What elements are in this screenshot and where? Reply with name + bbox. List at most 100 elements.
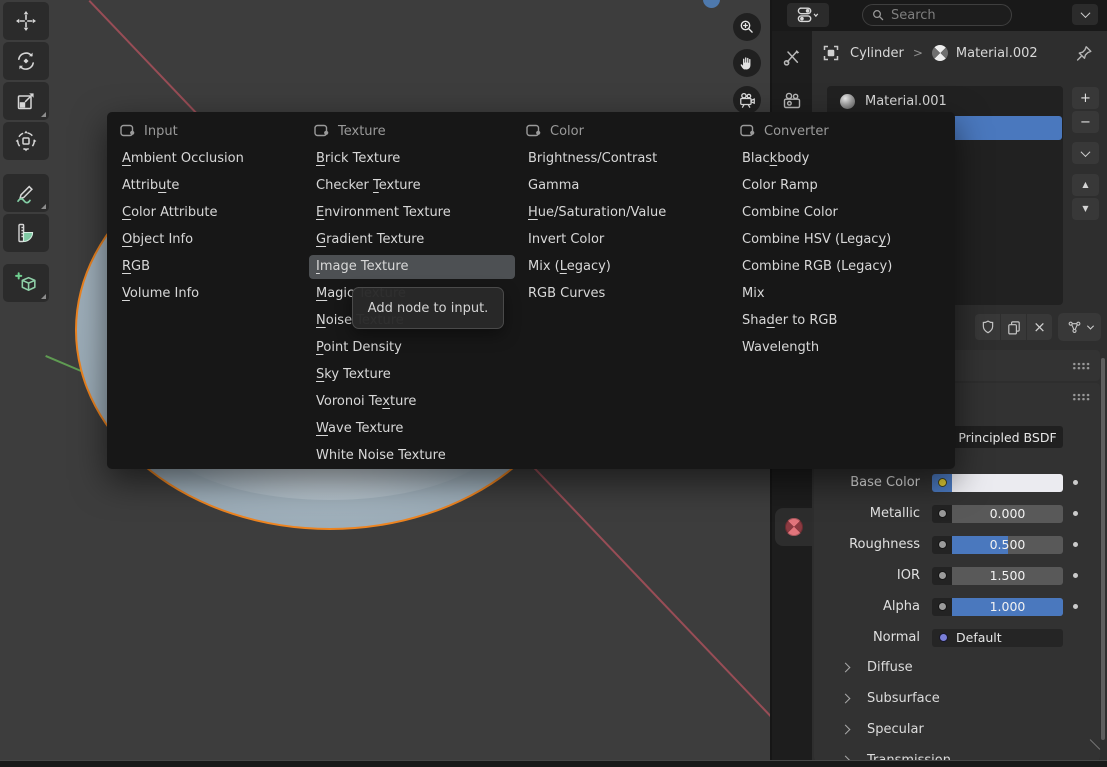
value-socket-icon [938, 509, 947, 518]
menu-item[interactable]: Wave Texture [309, 417, 515, 441]
move-icon [14, 9, 38, 33]
tooltip-text: Add node to input. [368, 301, 489, 316]
scale-tool-button[interactable] [3, 82, 49, 120]
menu-column-converter: ConverterBlackbodyColor RampCombine Colo… [735, 118, 940, 360]
search-input[interactable] [891, 8, 991, 23]
menu-item[interactable]: Voronoi Texture [309, 390, 515, 414]
move-slot-down-button[interactable]: ▼ [1072, 198, 1099, 220]
node-add-icon [120, 124, 135, 138]
transform-icon [14, 129, 38, 153]
menu-item[interactable]: Color Ramp [735, 174, 940, 198]
node-socket-button[interactable] [932, 474, 952, 492]
tab-tool[interactable] [782, 47, 802, 67]
menu-item[interactable]: RGB Curves [521, 282, 733, 306]
menu-item[interactable]: Color Attribute [115, 201, 305, 225]
header-dropdown-button[interactable] [1072, 4, 1098, 25]
camera-back-icon [782, 91, 802, 111]
decorator-dot[interactable] [1063, 573, 1087, 578]
bsdf-sections: DiffuseSubsurfaceSpecularTransmission [814, 652, 1100, 767]
menu-item[interactable]: Mix [735, 282, 940, 306]
slot-specials-button[interactable] [1072, 142, 1099, 164]
panel-grip-icon[interactable] [1072, 362, 1090, 370]
browse-nodetree-dropdown[interactable] [1058, 313, 1101, 341]
scrollbar-thumb[interactable] [1101, 358, 1105, 740]
viewport-zoom-button[interactable] [733, 13, 761, 41]
breadcrumb-object[interactable]: Cylinder [850, 46, 904, 61]
remove-slot-button[interactable]: − [1072, 111, 1099, 133]
editor-type-button[interactable] [787, 3, 829, 27]
section-row-specular[interactable]: Specular [814, 714, 1100, 745]
menu-item[interactable]: Sky Texture [309, 363, 515, 387]
tab-render[interactable] [782, 91, 802, 111]
node-socket-button[interactable] [932, 598, 952, 616]
rotate-tool-button[interactable] [3, 42, 49, 80]
menu-item[interactable]: Shader to RGB [735, 309, 940, 333]
viewport-pan-button[interactable] [733, 49, 761, 77]
section-row-diffuse[interactable]: Diffuse [814, 652, 1100, 683]
decorator-dot[interactable] [1063, 480, 1087, 485]
breadcrumb-material[interactable]: Material.002 [956, 46, 1038, 61]
annotate-tool-button[interactable] [3, 174, 49, 212]
fake-user-button[interactable] [975, 314, 1000, 340]
measure-tool-button[interactable] [3, 214, 49, 252]
unlink-material-button[interactable]: × [1027, 314, 1052, 340]
menu-column-input: InputAmbient OcclusionAttributeColor Att… [115, 118, 305, 306]
move-tool-button[interactable] [3, 2, 49, 40]
menu-item[interactable]: Hue/Saturation/Value [521, 201, 733, 225]
menu-item[interactable]: Combine Color [735, 201, 940, 225]
surface-shader-dropdown[interactable]: Principled BSDF [952, 426, 1063, 448]
menu-item[interactable]: RGB [115, 255, 305, 279]
value-field: 1.500 [932, 567, 1063, 585]
add-slot-button[interactable]: + [1072, 87, 1099, 109]
menu-item[interactable]: Brightness/Contrast [521, 147, 733, 171]
value-slider[interactable]: 0.000 [952, 505, 1063, 523]
viewport-camera-button[interactable] [733, 86, 761, 114]
menu-item[interactable]: Combine RGB (Legacy) [735, 255, 940, 279]
slider-value: 1.000 [952, 598, 1063, 616]
search-box[interactable] [862, 4, 1012, 26]
normal-field[interactable]: Default [932, 629, 1063, 647]
value-slider[interactable]: 1.500 [952, 567, 1063, 585]
measure-ruler-icon [14, 221, 38, 245]
menu-item[interactable]: Combine HSV (Legacy) [735, 228, 940, 252]
menu-item[interactable]: Point Density [309, 336, 515, 360]
menu-item[interactable]: Mix (Legacy) [521, 255, 733, 279]
color-swatch[interactable] [952, 474, 1063, 492]
tab-material-active[interactable] [775, 508, 812, 546]
pin-icon[interactable] [1075, 44, 1094, 63]
value-slider[interactable]: 0.500 [952, 536, 1063, 554]
decorator-dot[interactable] [1063, 511, 1087, 516]
hand-icon [738, 54, 756, 72]
menu-item[interactable]: Brick Texture [309, 147, 515, 171]
decorator-dot[interactable] [1063, 542, 1087, 547]
decorator-dot[interactable] [1063, 604, 1087, 609]
color-socket-icon [938, 478, 947, 487]
move-slot-up-button[interactable]: ▲ [1072, 174, 1099, 196]
menu-item[interactable]: Blackbody [735, 147, 940, 171]
material-slot-row[interactable]: Material.001 [828, 88, 1062, 115]
menu-item[interactable]: Checker Texture [309, 174, 515, 198]
menu-item[interactable]: Volume Info [115, 282, 305, 306]
add-cube-tool-button[interactable] [3, 264, 49, 302]
menu-item[interactable]: Attribute [115, 174, 305, 198]
menu-item[interactable]: Environment Texture [309, 201, 515, 225]
menu-item[interactable]: Wavelength [735, 336, 940, 360]
transform-tool-button[interactable] [3, 122, 49, 160]
menu-item[interactable]: Gradient Texture [309, 228, 515, 252]
node-socket-button[interactable] [932, 505, 952, 523]
menu-item[interactable]: Image Texture [309, 255, 515, 279]
duplicate-material-button[interactable] [1001, 314, 1026, 340]
menu-item[interactable]: Ambient Occlusion [115, 147, 305, 171]
input-label: IOR [812, 568, 920, 583]
menu-item[interactable]: White Noise Texture [309, 444, 515, 468]
menu-item[interactable]: Invert Color [521, 228, 733, 252]
menu-item[interactable]: Gamma [521, 174, 733, 198]
nav-gizmo-axis-dot[interactable] [703, 0, 720, 8]
panel-grip-icon[interactable] [1072, 393, 1090, 401]
menu-item[interactable]: Object Info [115, 228, 305, 252]
slider-value: 0.500 [952, 536, 1063, 554]
node-socket-button[interactable] [932, 567, 952, 585]
node-socket-button[interactable] [932, 536, 952, 554]
section-row-subsurface[interactable]: Subsurface [814, 683, 1100, 714]
value-slider[interactable]: 1.000 [952, 598, 1063, 616]
